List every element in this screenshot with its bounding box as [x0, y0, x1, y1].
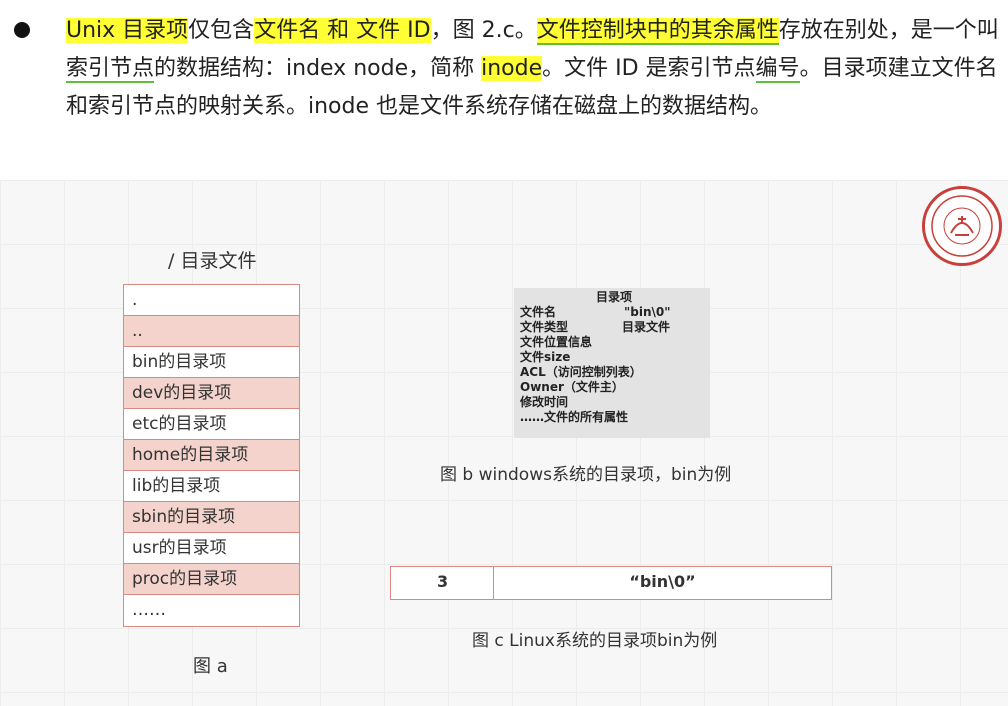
entry-line: 文件类型 目录文件	[514, 320, 710, 335]
highlight-inode: inode	[481, 56, 543, 81]
figure-a-title: / 目录文件	[168, 250, 257, 272]
entry-line: 文件名 "bin\0"	[514, 305, 710, 320]
text-segment: 。文件 ID 是索引节点	[542, 56, 756, 81]
entry-value: 目录文件	[622, 320, 671, 334]
table-row: usr的目录项	[124, 533, 299, 564]
paragraph: Unix 目录项仅包含文件名 和 文件 ID，图 2.c。文件控制块中的其余属性…	[66, 12, 1001, 126]
figure-b-caption: 图 b windows系统的目录项，bin为例	[440, 465, 732, 485]
entry-value: "bin\0"	[624, 305, 671, 319]
highlight-filename-id: 文件名 和 文件 ID	[254, 18, 431, 43]
inode-id-cell: 3	[391, 567, 494, 599]
table-row: ..	[124, 316, 299, 347]
figure-a-caption: 图 a	[193, 656, 228, 677]
text-segment: 仅包含	[188, 18, 255, 43]
table-row: home的目录项	[124, 440, 299, 471]
table-row: sbin的目录项	[124, 502, 299, 533]
text-segment: 存放在别处，是一个叫	[778, 18, 999, 43]
seal-graphic	[931, 195, 993, 257]
table-row: ……	[132, 600, 166, 620]
highlight-other-attrs: 文件控制块中的其余属性	[536, 18, 779, 45]
table-row: etc的目录项	[124, 409, 299, 440]
entry-box-title: 目录项	[595, 290, 632, 304]
table-row: lib的目录项	[124, 471, 299, 502]
table-row: dev的目录项	[124, 378, 299, 409]
figure-panel: / 目录文件 . .. bin的目录项 dev的目录项 etc的目录项 home…	[0, 180, 1008, 706]
text-segment: 的数据结构：index node，简称	[154, 56, 482, 81]
table-row: .	[124, 285, 299, 316]
bullet-dot	[14, 22, 30, 38]
text-segment: ，图 2.c。	[430, 18, 537, 43]
directory-table: . .. bin的目录项 dev的目录项 etc的目录项 home的目录项 li…	[123, 284, 300, 627]
underline-number: 编号	[755, 56, 800, 83]
figure-c-caption: 图 c Linux系统的目录项bin为例	[472, 631, 718, 651]
entry-label: 文件名	[520, 305, 557, 319]
linux-entry-row: 3 “bin\0”	[390, 566, 832, 600]
entry-line: Owner（文件主）	[520, 380, 624, 394]
windows-entry-box: 目录项 文件名 "bin\0" 文件类型 目录文件 文件位置信息 文件size AC…	[514, 288, 710, 438]
table-row: proc的目录项	[124, 564, 299, 595]
highlight-unix-entry: Unix 目录项	[66, 18, 189, 43]
entry-line: ……文件的所有属性	[520, 410, 629, 424]
entry-line: 文件位置信息	[520, 335, 593, 349]
filename-cell: “bin\0”	[629, 572, 696, 591]
university-seal-icon	[922, 186, 1002, 266]
entry-label: 文件类型	[520, 320, 569, 334]
entry-line: 修改时间	[520, 395, 569, 409]
entry-line: ACL（访问控制列表）	[520, 365, 642, 379]
underline-inode-term: 索引节点	[66, 56, 155, 83]
table-row: bin的目录项	[124, 347, 299, 378]
entry-line: 文件size	[520, 350, 571, 364]
